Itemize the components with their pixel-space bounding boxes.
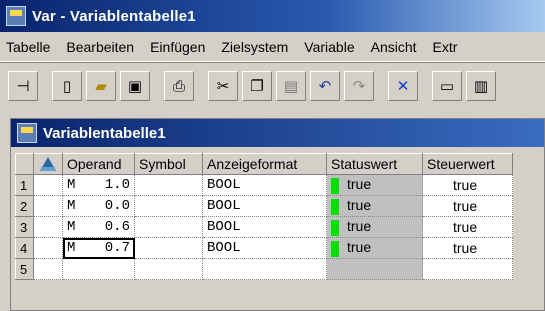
row-number[interactable]: 2	[15, 195, 34, 217]
paste-icon[interactable]: ▤	[276, 70, 306, 101]
table-row[interactable]: 3 M 0.6 BOOL true true	[15, 216, 513, 238]
operand-area: M	[67, 219, 76, 235]
operand-cell-active[interactable]: M 0.7	[62, 237, 135, 259]
header-statuswert[interactable]: Statuswert	[326, 153, 423, 175]
symbol-cell[interactable]	[134, 195, 203, 217]
format-cell[interactable]: BOOL	[202, 174, 327, 196]
format-cell[interactable]: BOOL	[202, 195, 327, 217]
operand-area: M	[67, 240, 76, 256]
menu-variable[interactable]: Variable	[298, 39, 364, 55]
child-window-title: Variablentabelle1	[43, 124, 166, 142]
variable-table: Operand Symbol Anzeigeformat Statuswert …	[15, 153, 513, 280]
status-cell: true	[326, 216, 423, 238]
operand-address: 0.7	[104, 240, 130, 256]
header-anzeigeformat[interactable]: Anzeigeformat	[202, 153, 327, 175]
operand-cell[interactable]: M 0.6	[62, 216, 135, 238]
row-number[interactable]: 1	[15, 174, 34, 196]
table-row[interactable]: 2 M 0.0 BOOL true true	[15, 195, 513, 217]
table-row[interactable]: 5	[15, 258, 513, 280]
row-marker	[33, 216, 63, 238]
symbol-cell[interactable]	[134, 216, 203, 238]
status-indicator-icon	[331, 240, 339, 257]
format-cell[interactable]: BOOL	[202, 216, 327, 238]
control-cell[interactable]	[422, 258, 513, 280]
status-indicator-icon	[331, 219, 339, 236]
pin-icon[interactable]: ⊣	[8, 70, 38, 101]
status-value: true	[347, 218, 372, 235]
menu-tabelle[interactable]: Tabelle	[0, 39, 60, 55]
header-corner	[15, 153, 34, 175]
status-indicator-icon	[331, 198, 339, 215]
row-marker	[33, 174, 63, 196]
toolbar: ⊣ ▯ ▰ ▣ ⎙ ✂ ❐ ▤ ↶ ↷ ✕ ▭ ▥	[0, 62, 545, 108]
header-steuerwert[interactable]: Steuerwert	[422, 153, 513, 175]
cut-icon[interactable]: ✂	[208, 70, 238, 101]
status-cell: true	[326, 195, 423, 217]
menu-einfuegen[interactable]: Einfügen	[144, 39, 215, 55]
row-number[interactable]: 3	[15, 216, 34, 238]
symbol-cell[interactable]	[134, 258, 203, 280]
redo-icon[interactable]: ↷	[344, 70, 374, 101]
status-indicator-icon	[331, 177, 339, 194]
monitor-icon[interactable]: ▭	[432, 70, 462, 101]
format-cell[interactable]	[202, 258, 327, 280]
menu-zielsystem[interactable]: Zielsystem	[215, 39, 298, 55]
control-cell[interactable]: true	[422, 174, 513, 196]
open-folder-icon[interactable]: ▰	[86, 70, 116, 101]
operand-area: M	[67, 177, 76, 193]
header-row: Operand Symbol Anzeigeformat Statuswert …	[15, 153, 513, 175]
module-icon[interactable]: ▥	[466, 70, 496, 101]
operand-cell[interactable]: M 0.0	[62, 195, 135, 217]
status-value: true	[347, 176, 372, 193]
copy-icon[interactable]: ❐	[242, 70, 272, 101]
column-selector-icon[interactable]	[33, 153, 63, 175]
table-row[interactable]: 1 M 1.0 BOOL true true	[15, 174, 513, 196]
delete-icon[interactable]: ✕	[388, 70, 418, 101]
row-number[interactable]: 4	[15, 237, 34, 259]
control-cell[interactable]: true	[422, 237, 513, 259]
symbol-cell[interactable]	[134, 237, 203, 259]
undo-icon[interactable]: ↶	[310, 70, 340, 101]
operand-address: 1.0	[104, 177, 130, 193]
status-value: true	[347, 239, 372, 256]
operand-address: 0.0	[104, 198, 130, 214]
control-cell[interactable]: true	[422, 216, 513, 238]
new-file-icon[interactable]: ▯	[52, 70, 82, 101]
header-operand[interactable]: Operand	[62, 153, 135, 175]
app-title-bar: Var - Variablentabelle1	[0, 0, 545, 32]
format-cell[interactable]: BOOL	[202, 237, 327, 259]
operand-area: M	[67, 198, 76, 214]
table-window-icon	[17, 123, 37, 143]
variable-table-window: Variablentabelle1 Operand Symbol Anzeige…	[10, 118, 545, 311]
status-cell	[326, 258, 423, 280]
child-window-title-bar: Variablentabelle1	[11, 119, 544, 147]
menu-bar: Tabelle Bearbeiten Einfügen Zielsystem V…	[0, 32, 545, 62]
row-marker	[33, 237, 63, 259]
window-title: Var - Variablentabelle1	[32, 7, 196, 25]
status-value: true	[347, 197, 372, 214]
operand-address: 0.6	[104, 219, 130, 235]
menu-extras[interactable]: Extr	[427, 39, 468, 55]
table-row[interactable]: 4 M 0.7 BOOL true true	[15, 237, 513, 259]
status-cell: true	[326, 174, 423, 196]
operand-cell[interactable]	[62, 258, 135, 280]
menu-ansicht[interactable]: Ansicht	[365, 39, 427, 55]
app-icon	[6, 6, 26, 26]
row-marker	[33, 258, 63, 280]
control-cell[interactable]: true	[422, 195, 513, 217]
menu-bearbeiten[interactable]: Bearbeiten	[60, 39, 144, 55]
row-marker	[33, 195, 63, 217]
save-icon[interactable]: ▣	[120, 70, 150, 101]
row-number[interactable]: 5	[15, 258, 34, 280]
header-symbol[interactable]: Symbol	[134, 153, 203, 175]
operand-cell[interactable]: M 1.0	[62, 174, 135, 196]
status-cell: true	[326, 237, 423, 259]
print-icon[interactable]: ⎙	[164, 70, 194, 101]
symbol-cell[interactable]	[134, 174, 203, 196]
